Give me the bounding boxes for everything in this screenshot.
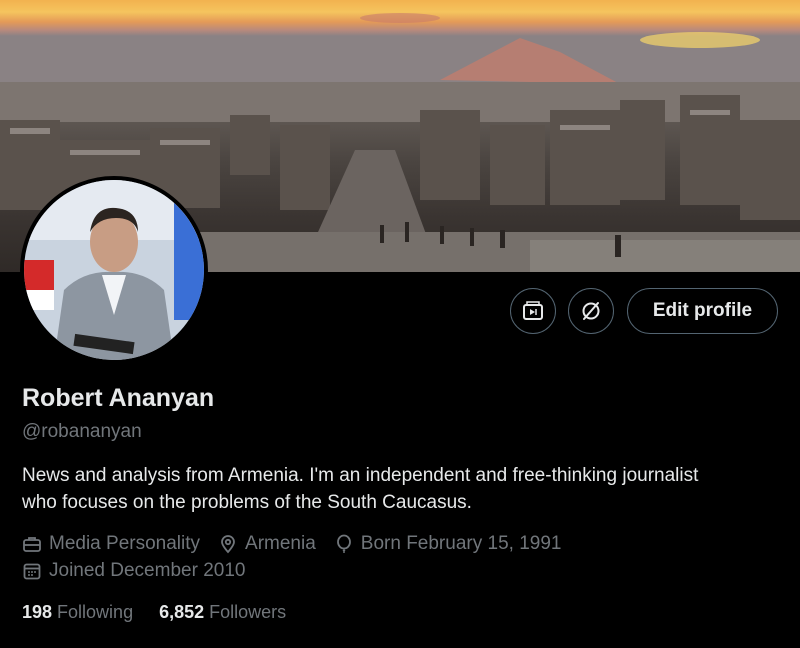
category-label: Media Personality <box>49 533 201 554</box>
following-label: Following <box>57 602 134 622</box>
birthday-label: Born February 15, 1991 <box>360 533 562 554</box>
category-item: Media Personality <box>22 533 200 555</box>
grok-icon <box>582 302 600 320</box>
edit-profile-label: Edit profile <box>652 300 753 321</box>
grok-button[interactable] <box>568 288 614 334</box>
birthday-item: Born February 15, 1991 <box>334 533 562 555</box>
location-item: Armenia <box>218 533 316 555</box>
bio-line: News and analysis from Armenia. I'm an i… <box>22 465 699 486</box>
bio-line: who focuses on the problems of the South… <box>22 492 472 513</box>
briefcase-icon <box>23 537 41 552</box>
profile-meta-row: Media Personality Armenia Born February … <box>22 533 579 555</box>
balloon-icon <box>336 534 351 553</box>
avatar-photo <box>24 180 204 360</box>
profile-meta-row-2: Joined December 2010 <box>22 560 263 582</box>
location-pin-icon <box>221 535 235 554</box>
media-button[interactable] <box>510 288 556 334</box>
following-count: 198 <box>22 602 53 622</box>
profile-name: Robert Ananyan <box>22 384 215 412</box>
calendar-icon <box>23 563 41 580</box>
location-label: Armenia <box>245 533 316 554</box>
media-icon <box>523 301 543 320</box>
edit-profile-button[interactable]: Edit profile <box>627 288 778 334</box>
profile-handle: @robananyan <box>22 421 142 442</box>
joined-item: Joined December 2010 <box>22 560 245 582</box>
followers-count: 6,852 <box>159 602 205 622</box>
profile-bio: News and analysis from Armenia. I'm an i… <box>22 462 782 516</box>
joined-label: Joined December 2010 <box>49 560 246 581</box>
followers-link[interactable]: 6,852 Followers <box>159 602 286 623</box>
followers-label: Followers <box>209 602 287 622</box>
profile-avatar[interactable] <box>20 176 208 364</box>
following-link[interactable]: 198 Following <box>22 602 133 623</box>
follow-stats: 198 Following 6,852 Followers <box>22 602 312 623</box>
